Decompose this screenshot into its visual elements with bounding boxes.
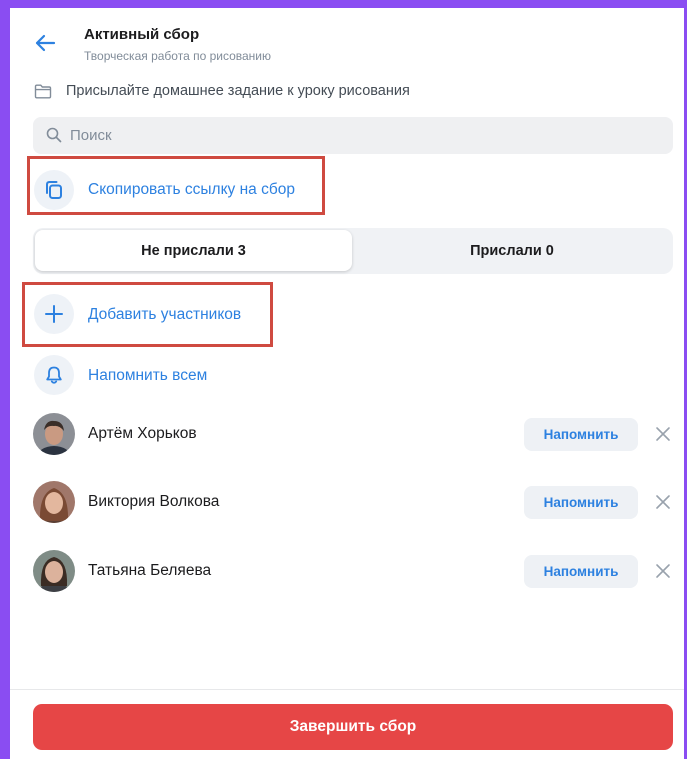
tab-switcher: Не прислали 3 Прислали 0	[33, 228, 673, 274]
footer-divider	[10, 689, 684, 690]
participant-row: Татьяна Беляева Напомнить	[0, 546, 687, 596]
participant-row: Виктория Волкова Напомнить	[0, 477, 687, 527]
search-input[interactable]: Поиск	[33, 117, 673, 154]
remind-all-icon-circle[interactable]	[34, 355, 74, 395]
close-icon[interactable]	[655, 426, 671, 442]
page-subtitle: Творческая работа по рисованию	[84, 49, 272, 63]
highlight-box-add-participants	[22, 282, 273, 347]
participant-name: Татьяна Беляева	[88, 562, 212, 579]
remind-button[interactable]: Напомнить	[524, 486, 638, 519]
back-arrow-icon[interactable]	[34, 33, 56, 53]
avatar	[33, 481, 75, 523]
close-icon[interactable]	[655, 494, 671, 510]
page-title: Активный сбор	[84, 26, 200, 43]
folder-icon	[34, 84, 52, 99]
search-icon	[46, 127, 62, 143]
remind-all-button[interactable]: Напомнить всем	[88, 367, 207, 385]
close-icon[interactable]	[655, 563, 671, 579]
remind-button[interactable]: Напомнить	[524, 555, 638, 588]
remind-button[interactable]: Напомнить	[524, 418, 638, 451]
avatar	[33, 413, 75, 455]
highlight-box-copy-link	[27, 156, 325, 215]
avatar	[33, 550, 75, 592]
bell-icon	[46, 366, 62, 384]
finish-collection-button[interactable]: Завершить сбор	[33, 704, 673, 750]
search-placeholder: Поиск	[70, 127, 112, 144]
tab-not-submitted[interactable]: Не прислали 3	[35, 230, 352, 271]
participant-name: Виктория Волкова	[88, 493, 220, 510]
participant-name: Артём Хорьков	[88, 425, 197, 442]
collection-description: Присылайте домашнее задание к уроку рисо…	[66, 83, 410, 99]
tab-submitted[interactable]: Прислали 0	[353, 230, 671, 271]
participant-row: Артём Хорьков Напомнить	[0, 409, 687, 459]
